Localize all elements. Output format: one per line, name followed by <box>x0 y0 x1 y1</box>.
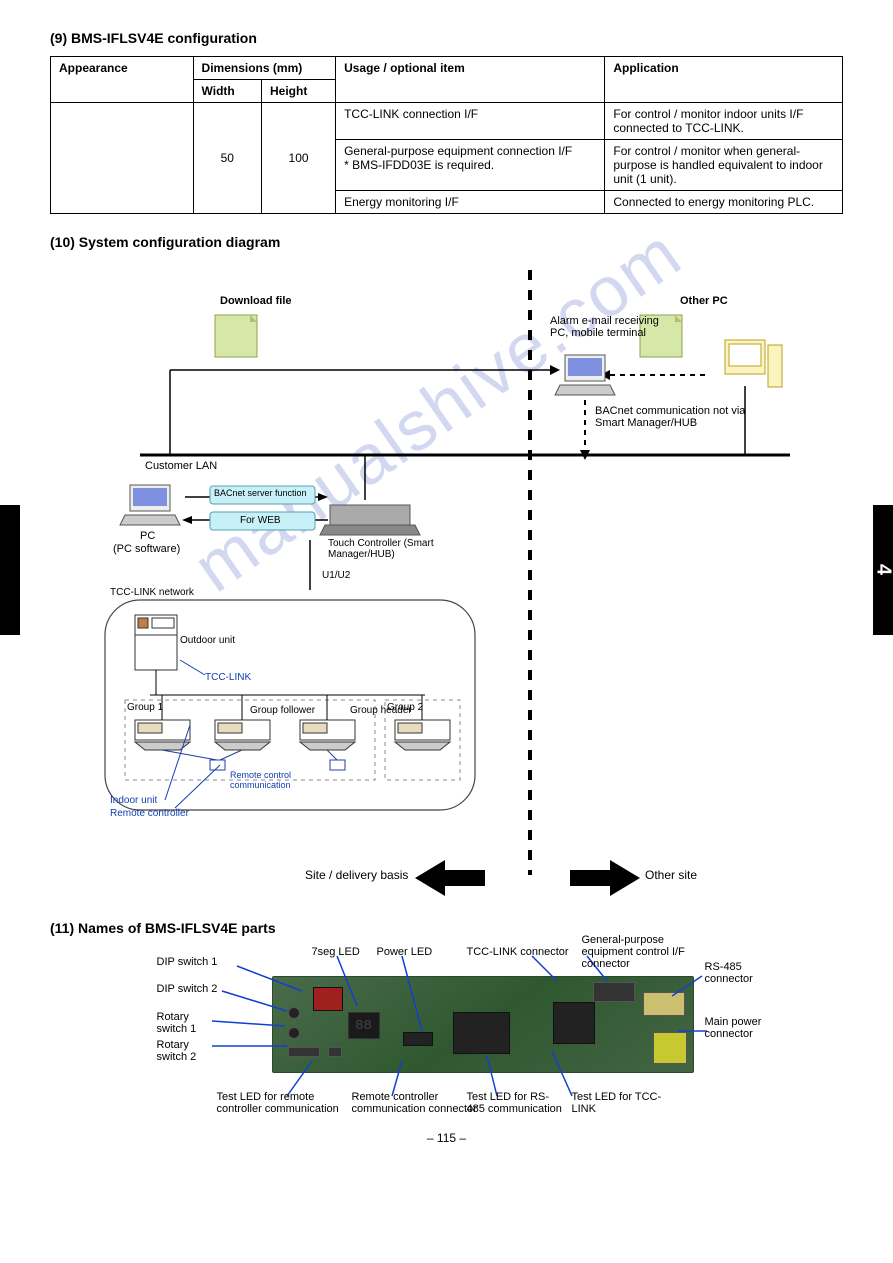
table-row: 50 100 TCC-LINK connection I/F For contr… <box>51 103 843 140</box>
section-heading-1: (9) BMS-IFLSV4E configuration <box>50 30 843 46</box>
lbl-tccled: Test LED for TCC-LINK <box>572 1091 682 1115</box>
callout-lines <box>157 946 737 1106</box>
page-number: – 115 – <box>50 1131 843 1145</box>
lbl-rcled: Test LED for remote controller communica… <box>217 1091 347 1115</box>
lbl-r2: Rotary switch 2 <box>157 1039 212 1063</box>
black-bar-left <box>0 505 20 635</box>
label-tcc-net: TCC-LINK network <box>110 587 194 598</box>
section-heading-3: (11) Names of BMS-IFLSV4E parts <box>50 920 843 936</box>
cell-app: For control / monitor when general-purpo… <box>605 140 843 191</box>
black-bar-right: 4 <box>873 505 893 635</box>
label-indoor: Indoor unit <box>110 795 157 806</box>
th-application: Application <box>605 57 843 103</box>
label-header: Group header <box>350 705 412 716</box>
lbl-mainpower: Main power connector <box>705 1016 765 1040</box>
label-remote: Remote controller <box>110 808 189 819</box>
table-header-row: Appearance Dimensions (mm) Usage / optio… <box>51 57 843 80</box>
cell-height: 100 <box>262 103 336 214</box>
pcb-figure: 88 DIP swit <box>157 946 737 1106</box>
label-other-site: Other site <box>645 868 697 882</box>
label-ri: Remote control communication <box>230 770 350 790</box>
label-bacnet-bypass: BACnet communication not via Smart Manag… <box>595 405 775 429</box>
cell-usage: TCC-LINK connection I/F <box>336 103 605 140</box>
cell-usage: General-purpose equipment connection I/F… <box>336 140 605 191</box>
label-pc-software: (PC software) <box>113 543 180 555</box>
lbl-rs485: RS-485 connector <box>705 961 765 985</box>
lbl-d1: DIP switch 1 <box>157 956 218 968</box>
lbl-r1: Rotary switch 1 <box>157 1011 212 1035</box>
label-otherpc: Other PC <box>680 295 728 307</box>
section-heading-2: (10) System configuration diagram <box>50 234 843 250</box>
label-bacnet-server: BACnet server function <box>214 488 307 498</box>
cell-app: Connected to energy monitoring PLC. <box>605 191 843 214</box>
label-g1: Group 1 <box>127 702 163 713</box>
config-table: Appearance Dimensions (mm) Usage / optio… <box>50 56 843 214</box>
sidebar-number: 4 <box>872 564 893 575</box>
lbl-seg: 7seg LED <box>312 946 360 958</box>
cell-appearance <box>51 103 194 214</box>
cell-width: 50 <box>193 103 261 214</box>
label-alarm: Alarm e-mail receiving PC, mobile termin… <box>550 315 670 339</box>
th-usage: Usage / optional item <box>336 57 605 103</box>
th-width: Width <box>193 80 261 103</box>
label-site-basis: Site / delivery basis <box>305 868 408 882</box>
cell-app: For control / monitor indoor units I/F c… <box>605 103 843 140</box>
label-uu: U1/U2 <box>322 570 350 581</box>
label-download: Download file <box>220 295 292 307</box>
label-web: For WEB <box>240 515 281 526</box>
lbl-power: Power LED <box>377 946 433 958</box>
label-outdoor: Outdoor unit <box>180 635 235 646</box>
th-appearance: Appearance <box>51 57 194 103</box>
label-follower: Group follower <box>250 705 315 716</box>
lbl-gp-con: General-purpose equipment control I/F co… <box>582 934 707 970</box>
lbl-tcc-con: TCC-LINK connector <box>467 946 577 958</box>
cell-usage: Energy monitoring I/F <box>336 191 605 214</box>
label-pc: PC <box>140 530 155 542</box>
lbl-rsled: Test LED for RS-485 communication <box>467 1091 567 1115</box>
th-dimensions: Dimensions (mm) <box>193 57 336 80</box>
label-tcclink: TCC-LINK <box>205 672 251 683</box>
label-customer-lan: Customer LAN <box>145 460 217 472</box>
system-diagram: Download file Other PC Alarm e-mail rece… <box>50 260 843 920</box>
label-touch: Touch Controller (Smart Manager/HUB) <box>328 538 478 560</box>
lbl-d2: DIP switch 2 <box>157 983 218 995</box>
th-height: Height <box>262 80 336 103</box>
